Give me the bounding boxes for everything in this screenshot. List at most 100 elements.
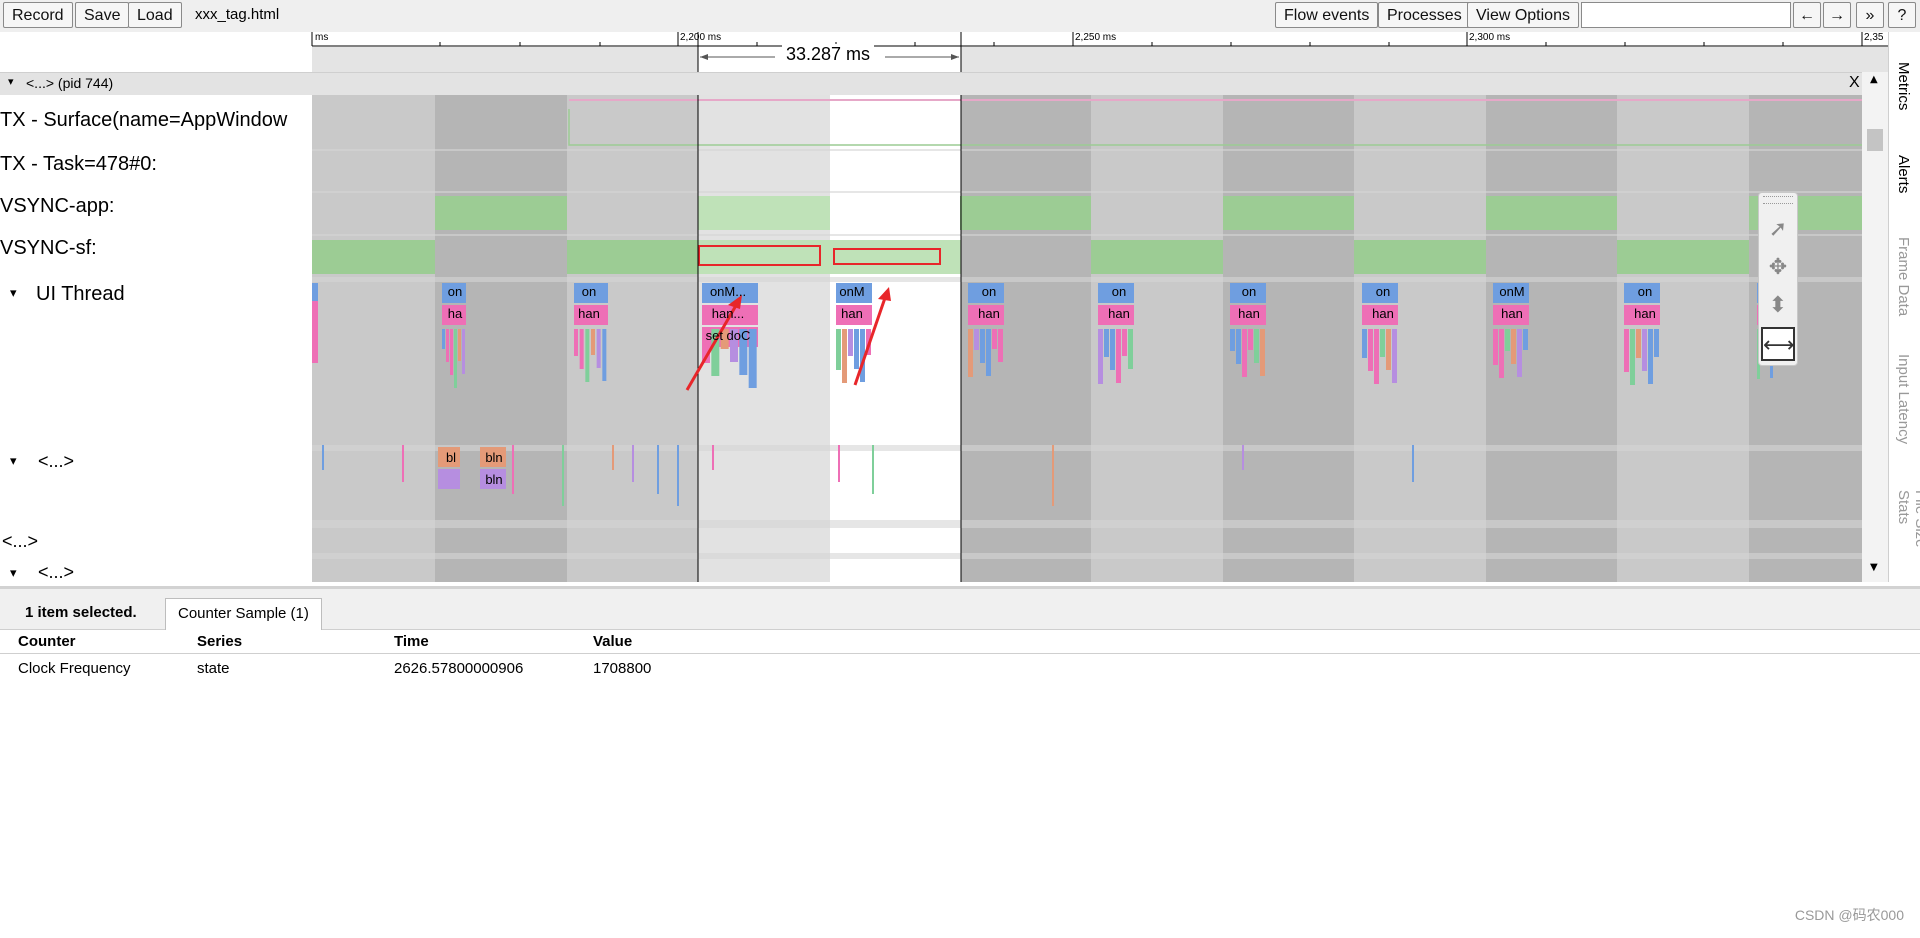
ui-thread-slice[interactable] bbox=[848, 329, 853, 356]
zoom-icon[interactable]: ⬍ bbox=[1761, 289, 1795, 323]
thread-slice[interactable] bbox=[657, 445, 659, 494]
ui-thread-slice[interactable] bbox=[1110, 329, 1115, 370]
slice-label[interactable]: on bbox=[576, 284, 602, 299]
side-tab-input-latency[interactable]: Input Latency bbox=[1895, 354, 1912, 444]
slice-label[interactable]: on bbox=[1630, 284, 1660, 299]
column-header-time[interactable]: Time bbox=[394, 633, 429, 650]
thread-slice[interactable] bbox=[1052, 445, 1054, 506]
ui-thread-slice[interactable] bbox=[602, 329, 607, 381]
ui-thread-slice[interactable] bbox=[1648, 329, 1653, 384]
ui-thread-slice[interactable] bbox=[312, 283, 318, 301]
thread-slice[interactable] bbox=[612, 445, 614, 470]
ui-thread-slice[interactable] bbox=[1392, 329, 1397, 383]
ui-thread-slice[interactable] bbox=[462, 329, 465, 374]
ui-thread-slice[interactable] bbox=[446, 329, 449, 362]
time-ruler[interactable]: ms 2,200 ms 2,250 ms 2,300 ms 2,35 33.28… bbox=[0, 32, 1888, 72]
thread-slice[interactable] bbox=[632, 445, 634, 482]
ui-thread-slice[interactable] bbox=[1386, 329, 1391, 370]
side-tab-frame-data[interactable]: Frame Data bbox=[1895, 237, 1912, 316]
ui-thread-slice[interactable] bbox=[442, 329, 445, 349]
ui-thread-slice[interactable] bbox=[1248, 329, 1253, 350]
slice-label[interactable]: bln bbox=[482, 450, 506, 465]
view-options-button[interactable]: View Options bbox=[1467, 2, 1579, 28]
ui-thread-slice[interactable] bbox=[1122, 329, 1127, 356]
ui-thread-slice[interactable] bbox=[1493, 329, 1498, 365]
collapse-triangle-icon[interactable]: ▾ bbox=[10, 453, 17, 469]
ui-thread-slice[interactable] bbox=[998, 329, 1003, 362]
slice-label[interactable]: ha bbox=[444, 306, 466, 321]
slice-label[interactable]: on bbox=[1234, 284, 1264, 299]
process-header[interactable]: ▾ <...> (pid 744) X bbox=[0, 72, 1862, 96]
record-button[interactable]: Record bbox=[3, 2, 73, 28]
ui-thread-slice[interactable] bbox=[591, 329, 595, 355]
ui-thread-slice[interactable] bbox=[854, 329, 859, 369]
slice-label[interactable]: onM bbox=[1494, 284, 1530, 299]
slice-label[interactable]: han bbox=[1495, 306, 1529, 321]
ui-thread-slice[interactable] bbox=[1517, 329, 1522, 377]
prev-arrow-button[interactable]: ← bbox=[1793, 2, 1821, 28]
ui-thread-slice[interactable] bbox=[585, 329, 590, 382]
thread-slice[interactable] bbox=[838, 445, 840, 482]
ui-thread-slice[interactable] bbox=[1116, 329, 1121, 383]
scroll-down-icon[interactable]: ▼ bbox=[1870, 562, 1878, 573]
thread-slice[interactable] bbox=[402, 445, 404, 482]
thread-slice[interactable] bbox=[438, 469, 460, 489]
ui-thread-slice[interactable] bbox=[1523, 329, 1528, 350]
search-input[interactable] bbox=[1581, 2, 1791, 28]
slice-label[interactable]: han bbox=[1102, 306, 1136, 321]
slice-label[interactable]: han... bbox=[704, 306, 752, 321]
ui-thread-slice[interactable] bbox=[992, 329, 997, 349]
ui-thread-slice[interactable] bbox=[1636, 329, 1641, 358]
ui-thread-slice[interactable] bbox=[1624, 329, 1629, 372]
ui-thread-slice[interactable] bbox=[1511, 329, 1516, 364]
thread-slice[interactable] bbox=[322, 445, 324, 470]
scroll-up-icon[interactable]: ▲ bbox=[1870, 74, 1878, 85]
ui-thread-slice[interactable] bbox=[596, 329, 601, 368]
collapse-triangle-icon[interactable]: ▾ bbox=[8, 75, 14, 88]
flow-events-button[interactable]: Flow events bbox=[1275, 2, 1379, 28]
ui-thread-slice[interactable] bbox=[1128, 329, 1133, 369]
close-process-button[interactable]: X bbox=[1849, 74, 1860, 92]
ui-thread-slice[interactable] bbox=[836, 329, 841, 370]
select-icon[interactable]: ➚ bbox=[1761, 213, 1795, 247]
cell-value[interactable]: 1708800 bbox=[593, 660, 651, 677]
tab-counter-sample[interactable]: Counter Sample (1) bbox=[165, 598, 322, 630]
pan-icon[interactable]: ✥ bbox=[1761, 251, 1795, 285]
column-header-value[interactable]: Value bbox=[593, 633, 632, 650]
ui-thread-slice[interactable] bbox=[986, 329, 991, 376]
cell-series[interactable]: state bbox=[197, 660, 230, 677]
slice-label[interactable]: han bbox=[836, 306, 868, 321]
slice-label[interactable]: han bbox=[972, 306, 1006, 321]
cell-time[interactable]: 2626.57800000906 bbox=[394, 660, 523, 677]
ui-thread-slice[interactable] bbox=[454, 329, 457, 388]
thread-slice[interactable] bbox=[872, 445, 874, 494]
ui-thread-slice[interactable] bbox=[1254, 329, 1259, 363]
column-header-series[interactable]: Series bbox=[197, 633, 242, 650]
scrollbar-thumb[interactable] bbox=[1867, 129, 1883, 151]
slice-label[interactable]: on bbox=[974, 284, 1004, 299]
timing-icon[interactable]: ⟷ bbox=[1761, 327, 1795, 361]
ui-thread-slice[interactable] bbox=[1362, 329, 1367, 358]
ui-thread-slice[interactable] bbox=[842, 329, 847, 383]
thread-slice[interactable] bbox=[677, 445, 679, 506]
save-button[interactable]: Save bbox=[75, 2, 130, 28]
collapse-triangle-icon[interactable]: ▾ bbox=[10, 285, 17, 301]
ui-thread-slice[interactable] bbox=[458, 329, 461, 361]
ui-thread-slice[interactable] bbox=[1098, 329, 1103, 384]
ui-thread-slice[interactable] bbox=[1642, 329, 1647, 371]
ui-thread-slice[interactable] bbox=[968, 329, 973, 377]
slice-label[interactable]: on bbox=[444, 284, 466, 299]
ui-thread-slice[interactable] bbox=[1499, 329, 1504, 378]
slice-label[interactable]: on bbox=[1368, 284, 1398, 299]
column-header-counter[interactable]: Counter bbox=[18, 633, 76, 650]
slice-label[interactable]: han bbox=[1628, 306, 1662, 321]
slice-label[interactable]: onM... bbox=[702, 284, 754, 299]
ui-thread-slice[interactable] bbox=[1242, 329, 1247, 377]
ui-thread-slice[interactable] bbox=[579, 329, 584, 369]
ui-thread-slice[interactable] bbox=[1236, 329, 1241, 364]
thread-slice[interactable] bbox=[512, 445, 514, 494]
ui-thread-slice[interactable] bbox=[980, 329, 985, 363]
ui-thread-slice[interactable] bbox=[1505, 329, 1510, 351]
ui-thread-slice[interactable] bbox=[574, 329, 578, 356]
slice-label[interactable]: onM bbox=[836, 284, 868, 299]
